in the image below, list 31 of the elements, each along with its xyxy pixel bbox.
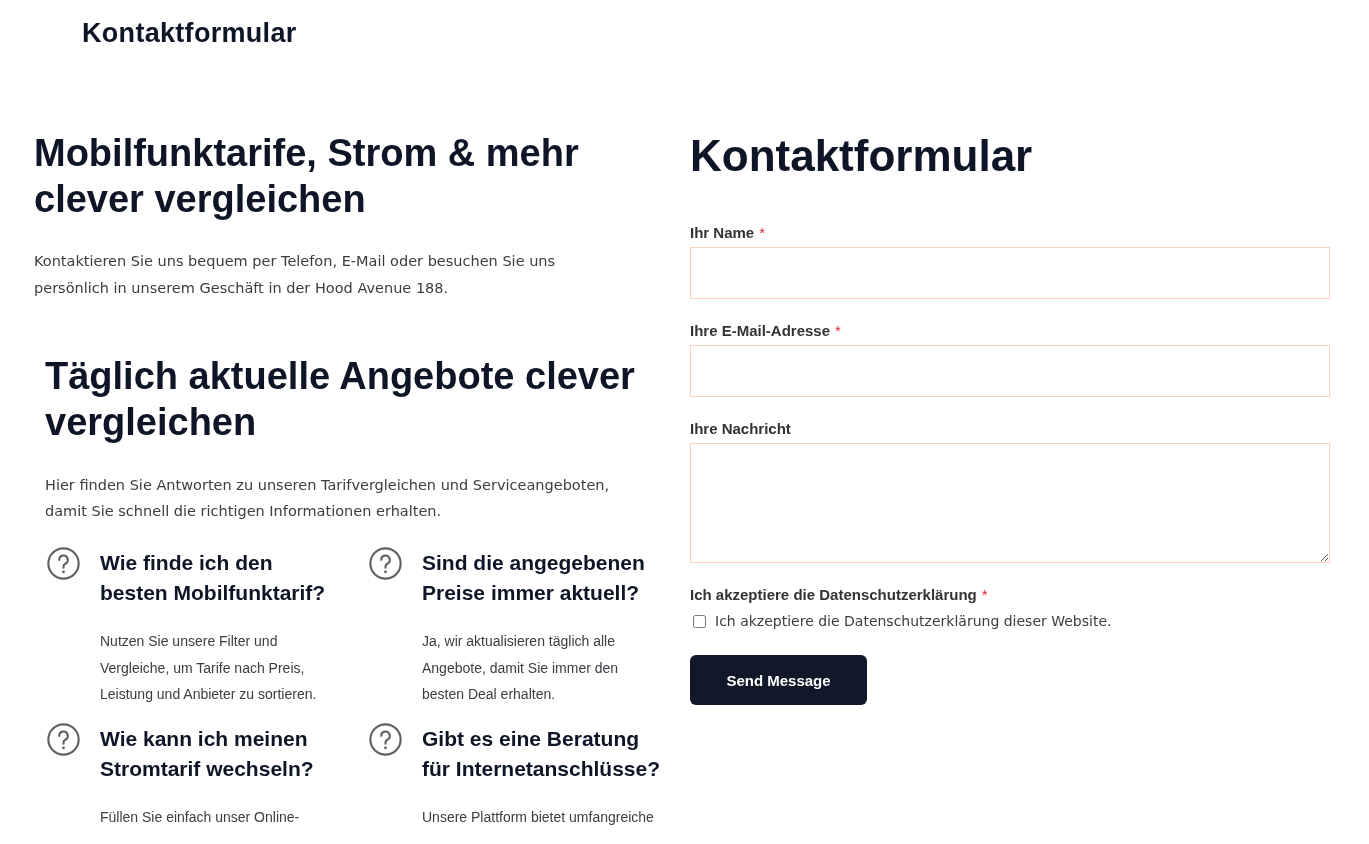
field-label: Ich akzeptiere die Datenschutzerklärung [690, 585, 977, 605]
section-paragraph: Hier finden Sie Antworten zu unseren Tarifvergleichen und Serviceangeboten, damit Sie schnell die richtigen Informationen erhalten. [45, 476, 611, 521]
faq-question: Gibt es eine Beratung für Internetanschlüsse? [422, 725, 662, 782]
name-input[interactable] [690, 247, 1330, 299]
email-input[interactable] [690, 345, 1330, 397]
consent-checkbox[interactable] [693, 614, 706, 628]
form-heading: Kontaktformular [690, 130, 1034, 182]
message-textarea[interactable] [690, 443, 1330, 563]
faq-answer: Ja, wir aktualisieren täglich alle Angebote, damit Sie immer den besten Deal erhalten. [422, 632, 620, 704]
faq-answer: Füllen Sie einfach unser Online- [100, 807, 301, 827]
faq-answer: Nutzen Sie unsere Filter und Vergleiche, um Tarife nach Preis, Leistung und Anbieter zu sortieren. [100, 632, 318, 704]
field-label: Ihr Name [690, 223, 755, 243]
question-circle-icon [47, 722, 80, 756]
required-mark: * [759, 223, 766, 243]
faq-question: Sind die angegebenen Preise immer aktuell? [422, 550, 646, 606]
send-button[interactable]: Send Message [690, 655, 867, 705]
site-title: Kontaktformular [82, 17, 297, 50]
faq-question: Wie kann ich meinen Stromtarif wechseln? [100, 725, 315, 782]
question-circle-icon [47, 547, 80, 580]
page-heading: Mobilfunktarife, Strom & mehr clever vergleichen [34, 131, 580, 222]
required-mark: * [981, 585, 988, 605]
question-circle-icon [369, 547, 402, 580]
intro-paragraph: Kontaktieren Sie uns bequem per Telefon, E-Mail oder besuchen Sie uns persönlich in unserem Geschäft in der Hood Avenue 188. [34, 252, 557, 298]
faq-question: Wie finde ich den besten Mobilfunktarif? [100, 550, 327, 606]
required-mark: * [835, 321, 841, 341]
field-label: Ihre Nachricht [690, 419, 791, 439]
section-heading: Täglich aktuelle Angebote clever vergleichen [45, 354, 636, 445]
faq-answer: Unsere Plattform bietet umfangreiche [422, 807, 655, 827]
question-circle-icon [369, 722, 402, 756]
field-label: Ihre E-Mail-Adresse [690, 321, 831, 341]
consent-text: Ich akzeptiere die Datenschutzerklärung dieser Website. [715, 612, 1112, 631]
